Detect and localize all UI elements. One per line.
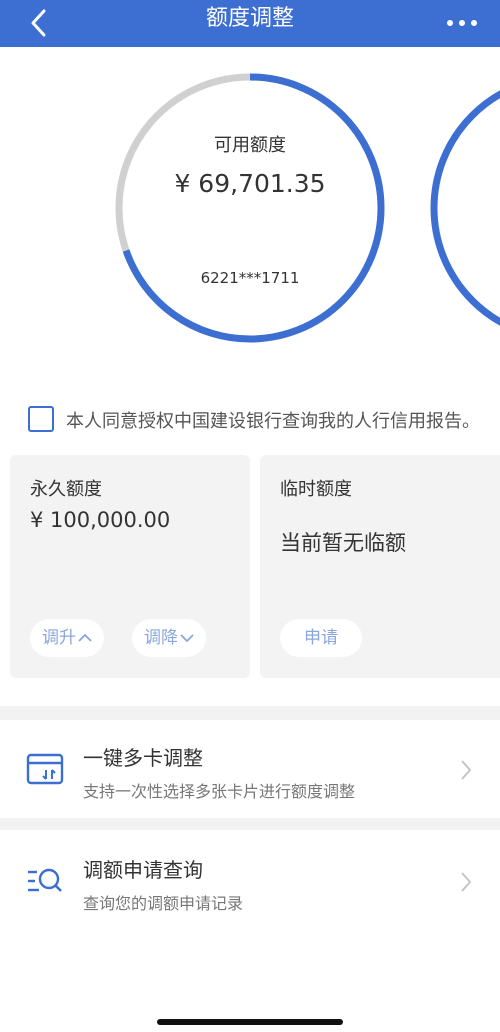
permanent-quota-card: 永久额度 ¥ 100,000.00 调升 调降 bbox=[10, 455, 250, 678]
next-card-ring[interactable] bbox=[430, 73, 500, 343]
consent-text: 本人同意授权中国建设银行查询我的人行信用报告。 bbox=[66, 411, 480, 432]
multi-card-subtitle: 支持一次性选择多张卡片进行额度调整 bbox=[83, 782, 356, 801]
quota-cards: 永久额度 ¥ 100,000.00 调升 调降 临时额度 当前暂无临额 申请 bbox=[0, 452, 500, 680]
header-bar: 额度调整 bbox=[0, 0, 500, 47]
increase-label: 调升 bbox=[42, 628, 76, 648]
section-divider bbox=[0, 706, 500, 720]
adjust-application-query-row[interactable]: 调额申请查询 查询您的调额申请记录 bbox=[0, 834, 500, 930]
query-subtitle: 查询您的调额申请记录 bbox=[83, 894, 244, 913]
available-credit-amount: ¥ 69,701.35 bbox=[174, 169, 326, 198]
chevron-right-icon bbox=[461, 872, 472, 892]
consent-checkbox[interactable] bbox=[28, 406, 54, 432]
multi-card-adjust-row[interactable]: 一键多卡调整 支持一次性选择多张卡片进行额度调整 bbox=[0, 722, 500, 818]
next-ring-graphic bbox=[430, 90, 500, 326]
quota-adjust-page: 额度调整 可用额度 ¥ 69,701.35 6221***1711 本人同意授权… bbox=[0, 0, 500, 1032]
chevron-up-icon bbox=[78, 633, 92, 642]
available-credit-label: 可用额度 bbox=[214, 135, 286, 156]
temporary-quota-card: 临时额度 当前暂无临额 申请 bbox=[260, 455, 500, 678]
page-title: 额度调整 bbox=[205, 6, 294, 31]
card-number: 6221***1711 bbox=[200, 269, 300, 287]
permanent-quota-title: 永久额度 bbox=[30, 479, 102, 500]
available-credit-ring[interactable]: 可用额度 ¥ 69,701.35 6221***1711 bbox=[115, 73, 385, 343]
decrease-label: 调降 bbox=[144, 628, 178, 648]
increase-quota-button[interactable]: 调升 bbox=[30, 619, 104, 657]
temporary-quota-status: 当前暂无临额 bbox=[280, 531, 406, 555]
multi-card-icon bbox=[26, 753, 64, 785]
chevron-down-icon bbox=[180, 634, 194, 643]
home-indicator bbox=[157, 1019, 343, 1025]
section-divider bbox=[0, 818, 500, 830]
credit-report-consent: 本人同意授权中国建设银行查询我的人行信用报告。 bbox=[28, 405, 498, 435]
more-dots-icon[interactable] bbox=[442, 8, 482, 38]
credit-ring-graphic bbox=[115, 73, 385, 343]
chevron-right-icon bbox=[461, 760, 472, 780]
temporary-quota-title: 临时额度 bbox=[280, 479, 352, 500]
permanent-quota-value: ¥ 100,000.00 bbox=[30, 508, 171, 532]
decrease-quota-button[interactable]: 调降 bbox=[132, 619, 206, 657]
search-list-icon bbox=[28, 868, 62, 892]
apply-temporary-button[interactable]: 申请 bbox=[280, 619, 362, 657]
query-title: 调额申请查询 bbox=[83, 858, 203, 882]
multi-card-title: 一键多卡调整 bbox=[83, 746, 203, 770]
